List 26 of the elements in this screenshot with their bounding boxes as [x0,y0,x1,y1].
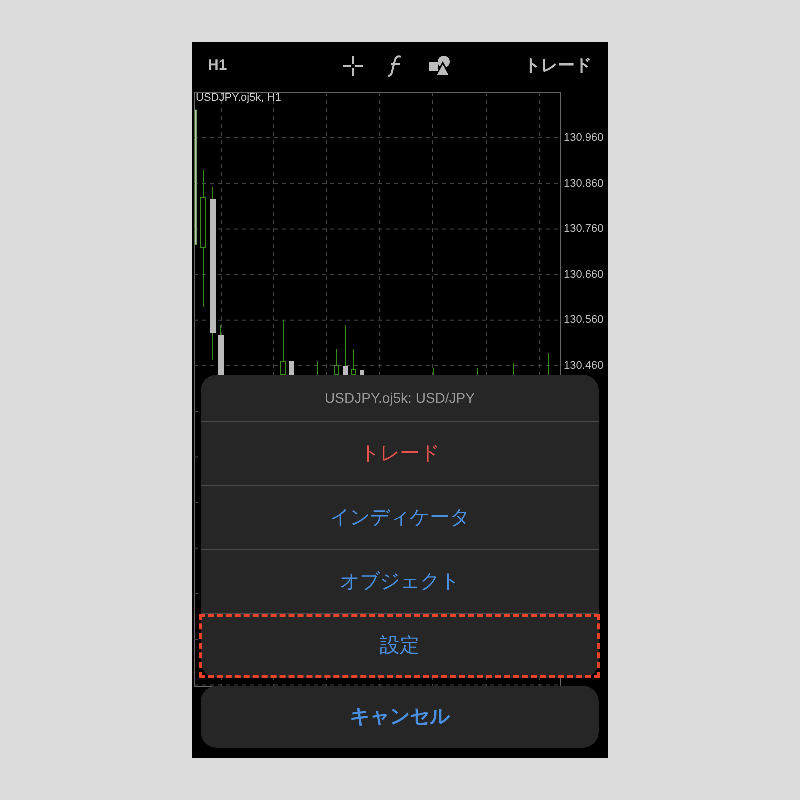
trade-button[interactable]: トレード [524,53,592,79]
candlestick [289,361,294,375]
crosshair-icon[interactable] [342,55,364,77]
price-label: 130.760 [564,222,604,238]
price-label: 130.560 [564,313,604,328]
shapes-icon[interactable] [428,55,452,77]
price-label: 130.660 [564,268,604,283]
function-icon[interactable] [388,55,404,77]
candlestick [334,348,340,376]
candlestick [343,324,348,376]
candlestick [548,352,550,376]
candlestick [218,324,224,376]
candlestick [352,348,356,376]
menu-option[interactable]: インディケータ [201,486,599,549]
symbol-label: USDJPY.oj5k, H1 [196,93,282,104]
sheet-title: USDJPY.oj5k: USD/JPY [325,388,475,408]
timeframe-label[interactable]: H1 [208,54,328,78]
cancel-button[interactable]: キャンセル [201,686,599,748]
candlestick [360,370,364,375]
menu-option[interactable]: オブジェクト [201,550,599,613]
price-label: 130.960 [564,131,604,146]
candlestick [280,320,286,376]
price-label: 130.460 [564,358,604,374]
menu-option[interactable]: 設定 [201,614,599,678]
price-label: 130.860 [564,176,604,192]
menu-option[interactable]: トレード [201,422,599,485]
